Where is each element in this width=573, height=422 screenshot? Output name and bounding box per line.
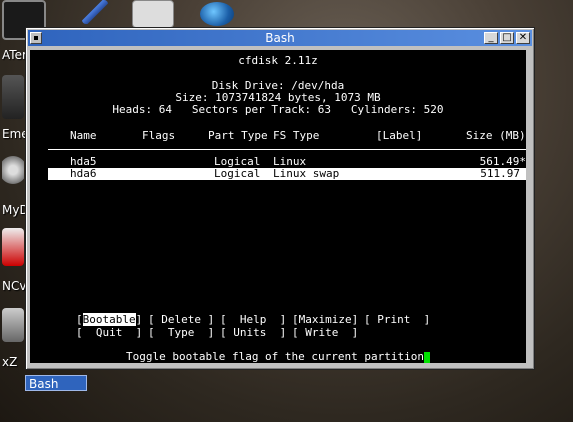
partition-part-type: Logical <box>214 167 261 180</box>
pen-icon[interactable] <box>82 0 108 24</box>
table-separator <box>48 149 526 150</box>
header-size: Size (MB) <box>466 129 526 142</box>
status-text: Toggle bootable flag of the current part… <box>125 350 424 363</box>
menu-quit-button[interactable]: [ Quit ] <box>76 327 142 339</box>
bash-window: Bash _ □ ✕ cfdisk 2.11z Disk Drive: /dev… <box>25 27 535 370</box>
text-cursor <box>424 351 430 363</box>
menu-units-button[interactable]: [ Units ] <box>220 327 286 339</box>
terminal-area[interactable]: cfdisk 2.11z Disk Drive: /dev/hda Size: … <box>30 50 526 363</box>
partition-size: 511.97 <box>480 167 520 180</box>
desktop-label-xz[interactable]: xZ <box>2 355 17 369</box>
partition-name: hda6 <box>70 167 97 180</box>
ncview-icon[interactable] <box>2 228 24 266</box>
desktop-label-ater[interactable]: ATer <box>2 48 27 62</box>
settings-panel-icon[interactable] <box>132 0 174 28</box>
desktop-label-ncv[interactable]: NCv <box>2 279 26 293</box>
gear-icon[interactable] <box>2 150 24 190</box>
menu-maximize-button[interactable]: [Maximize] <box>292 314 358 326</box>
menu-bootable-label: Bootable <box>82 313 136 326</box>
header-flags: Flags <box>142 129 176 142</box>
cfdisk-title: cfdisk 2.11z <box>238 54 318 67</box>
window-title: Bash <box>265 31 295 45</box>
header-part-type: Part Type <box>208 129 268 142</box>
menu-print-button[interactable]: [ Print ] <box>364 314 430 326</box>
taskbar-bash-button[interactable]: Bash <box>25 375 87 391</box>
status-line: Toggle bootable flag of the current part… <box>30 351 526 363</box>
partition-fs-type: Linux swap <box>273 167 340 180</box>
menu-help-button[interactable]: [ Help ] <box>220 314 286 326</box>
menu-bootable-button[interactable]: [Bootable] <box>76 313 142 326</box>
globe-icon[interactable] <box>200 2 234 26</box>
menu-write-button[interactable]: [ Write ] <box>292 327 358 339</box>
maximize-button[interactable]: □ <box>500 32 514 44</box>
window-menu-button[interactable] <box>30 32 42 44</box>
header-name: Name <box>70 129 97 142</box>
menu-type-button[interactable]: [ Type ] <box>148 327 214 339</box>
computer-icon[interactable] <box>2 75 24 119</box>
header-fs-type: FS Type <box>273 129 320 142</box>
window-titlebar[interactable]: Bash _ □ ✕ <box>28 30 532 46</box>
disk-geometry-line: Heads: 64 Sectors per Track: 63 Cylinder… <box>112 103 444 116</box>
menu-delete-button[interactable]: [ Delete ] <box>148 314 214 326</box>
app-icon[interactable] <box>2 308 24 342</box>
header-label: [Label] <box>376 129 423 142</box>
minimize-button[interactable]: _ <box>484 32 498 44</box>
close-button[interactable]: ✕ <box>516 32 530 44</box>
